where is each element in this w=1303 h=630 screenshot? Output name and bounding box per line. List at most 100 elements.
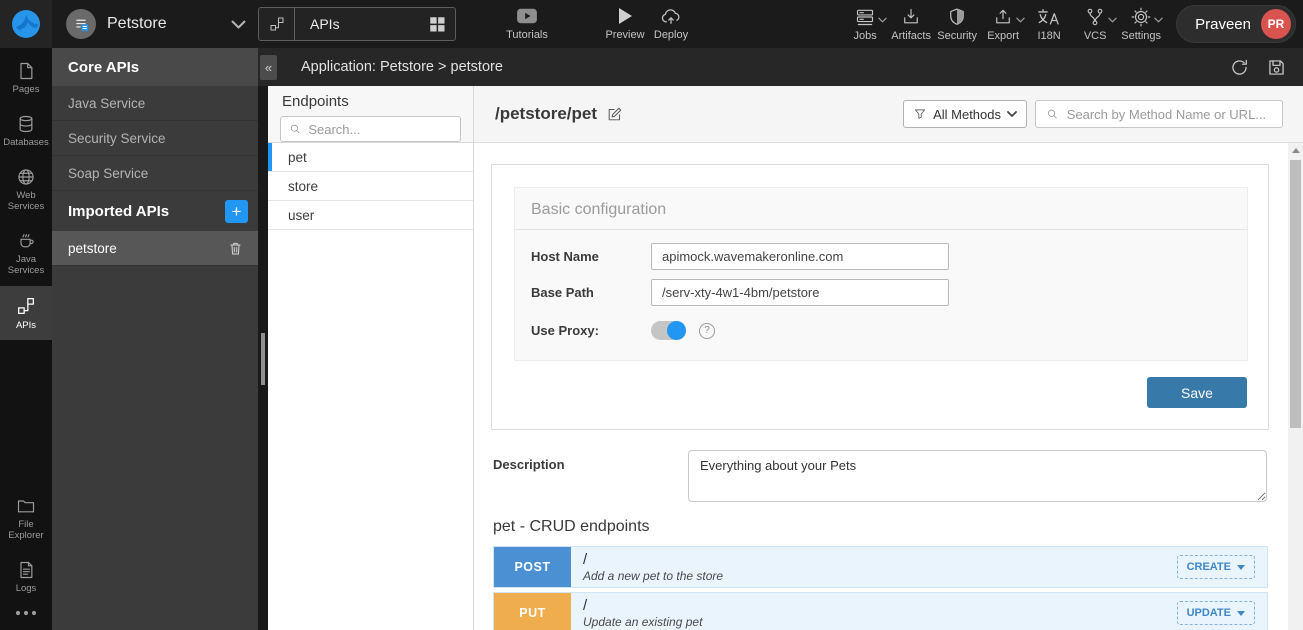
i18n-button[interactable]: I18N xyxy=(1026,0,1072,48)
host-name-input[interactable] xyxy=(651,243,949,270)
endpoint-path-title: /petstore/pet xyxy=(495,104,597,124)
chevron-down-icon xyxy=(1007,111,1017,117)
context-selector[interactable]: APIs xyxy=(258,7,456,41)
folder-icon xyxy=(16,496,36,516)
deploy-button[interactable]: Deploy xyxy=(648,0,694,48)
description-textarea[interactable]: Everything about your Pets xyxy=(688,450,1267,502)
user-avatar: PR xyxy=(1261,9,1291,39)
export-button[interactable]: Export xyxy=(980,0,1026,48)
settings-label: Settings xyxy=(1121,30,1161,42)
base-path-label: Base Path xyxy=(531,285,651,300)
sidebar-item-databases[interactable]: Databases xyxy=(0,105,52,158)
sidebar-label: Databases xyxy=(3,138,48,149)
detail-header-controls: All Methods xyxy=(903,100,1283,128)
endpoint-item-pet[interactable]: pet xyxy=(268,143,473,172)
endpoint-item-user[interactable]: user xyxy=(268,201,473,230)
grid-icon[interactable] xyxy=(428,15,455,33)
sidebar-label: Web Services xyxy=(1,191,51,213)
api-nav-item-security-service[interactable]: Security Service xyxy=(52,121,258,156)
save-button[interactable]: Save xyxy=(1147,377,1247,408)
scrollbar-thumb[interactable] xyxy=(1290,160,1301,428)
sidebar-scrollbar-thumb[interactable] xyxy=(261,333,265,385)
application-bar-actions xyxy=(1229,57,1303,78)
main-scrollbar[interactable] xyxy=(1288,143,1303,630)
left-nav: Pages Databases Web Services Java Serv xyxy=(0,48,52,630)
api-nav-item-petstore[interactable]: petstore xyxy=(52,231,258,266)
trash-icon xyxy=(227,240,244,257)
crud-endpoints-title: pet - CRUD endpoints xyxy=(493,518,650,536)
base-path-input[interactable] xyxy=(651,279,949,306)
settings-button[interactable]: Settings xyxy=(1118,0,1164,48)
security-label: Security xyxy=(937,30,977,42)
deploy-label: Deploy xyxy=(654,29,688,41)
main-content: /petstore/pet All Methods xyxy=(473,86,1303,630)
api-nav-item-soap-service[interactable]: Soap Service xyxy=(52,156,258,191)
sidebar-label: File Explorer xyxy=(1,520,51,542)
api-nav-item-java-service[interactable]: Java Service xyxy=(52,86,258,121)
help-icon[interactable]: ? xyxy=(699,323,715,339)
project-selector[interactable]: Petstore xyxy=(52,9,258,39)
create-action-button[interactable]: CREATE xyxy=(1177,555,1255,579)
imported-apis-label: Imported APIs xyxy=(68,203,169,220)
refresh-icon[interactable] xyxy=(1229,57,1250,78)
add-api-button[interactable]: + xyxy=(225,200,248,223)
methods-filter-dropdown[interactable]: All Methods xyxy=(903,100,1027,128)
artifacts-label: Artifacts xyxy=(891,30,931,42)
sidebar-item-logs[interactable]: Logs xyxy=(0,551,52,604)
endpoint-path: / xyxy=(583,597,1177,615)
preview-label: Preview xyxy=(605,29,644,41)
wavemaker-logo[interactable] xyxy=(0,0,52,48)
host-name-row: Host Name xyxy=(515,243,1247,270)
security-button[interactable]: Security xyxy=(934,0,980,48)
endpoint-info: / Add a new pet to the store xyxy=(571,547,1177,587)
basic-config-title: Basic configuration xyxy=(515,188,1247,230)
basic-config-section: Basic configuration Host Name Base Path … xyxy=(514,187,1248,361)
methods-filter-label: All Methods xyxy=(933,107,1001,122)
endpoints-search-input[interactable] xyxy=(308,122,452,137)
project-name: Petstore xyxy=(107,15,220,33)
i18n-label: I18N xyxy=(1038,30,1061,42)
context-selector-label: APIs xyxy=(295,16,428,32)
endpoints-title: Endpoints xyxy=(282,93,461,110)
sidebar-item-java-services[interactable]: Java Services xyxy=(0,222,52,286)
sidebar-label: APIs xyxy=(16,321,36,332)
sidebar-item-web-services[interactable]: Web Services xyxy=(0,158,52,222)
config-card: Basic configuration Host Name Base Path … xyxy=(491,164,1269,430)
core-apis-header: Core APIs xyxy=(52,48,258,86)
sidebar-item-pages[interactable]: Pages xyxy=(0,52,52,105)
vcs-button[interactable]: VCS xyxy=(1072,0,1118,48)
apis-node-icon xyxy=(259,8,295,40)
scrollbar-up-arrow[interactable] xyxy=(1288,143,1303,158)
tutorials-button[interactable]: Tutorials xyxy=(504,0,550,48)
jobs-button[interactable]: Jobs xyxy=(842,0,888,48)
use-proxy-row: Use Proxy: ? xyxy=(515,321,1247,340)
page-icon xyxy=(16,61,36,81)
petstore-label: petstore xyxy=(68,241,117,256)
filter-icon xyxy=(913,107,927,121)
endpoint-row-put[interactable]: PUT / Update an existing pet UPDATE xyxy=(493,592,1268,630)
gear-icon xyxy=(1131,7,1151,27)
sidebar-spacer xyxy=(0,340,52,487)
user-menu[interactable]: Praveen PR xyxy=(1176,5,1296,43)
globe-icon xyxy=(16,167,36,187)
sidebar-item-apis[interactable]: APIs xyxy=(0,286,52,341)
endpoint-row-post[interactable]: POST / Add a new pet to the store CREATE xyxy=(493,546,1268,588)
method-search-input[interactable] xyxy=(1067,107,1272,122)
save-icon[interactable] xyxy=(1266,57,1287,78)
wavemaker-logo-icon xyxy=(9,7,43,41)
artifacts-button[interactable]: Artifacts xyxy=(888,0,934,48)
sidebar-label: Logs xyxy=(16,584,37,595)
collapse-panel-button[interactable]: « xyxy=(260,55,277,80)
edit-icon[interactable] xyxy=(606,106,623,123)
endpoint-item-store[interactable]: store xyxy=(268,172,473,201)
more-options-button[interactable] xyxy=(0,604,52,630)
search-icon xyxy=(289,122,301,136)
delete-api-button[interactable] xyxy=(227,240,244,257)
update-action-button[interactable]: UPDATE xyxy=(1177,601,1255,625)
sidebar-item-file-explorer[interactable]: File Explorer xyxy=(0,487,52,551)
sidebar-label: Java Services xyxy=(1,255,51,277)
preview-button[interactable]: Preview xyxy=(602,0,648,48)
use-proxy-toggle[interactable] xyxy=(651,321,686,340)
git-branch-icon xyxy=(1085,7,1105,27)
toggle-knob xyxy=(667,321,686,340)
